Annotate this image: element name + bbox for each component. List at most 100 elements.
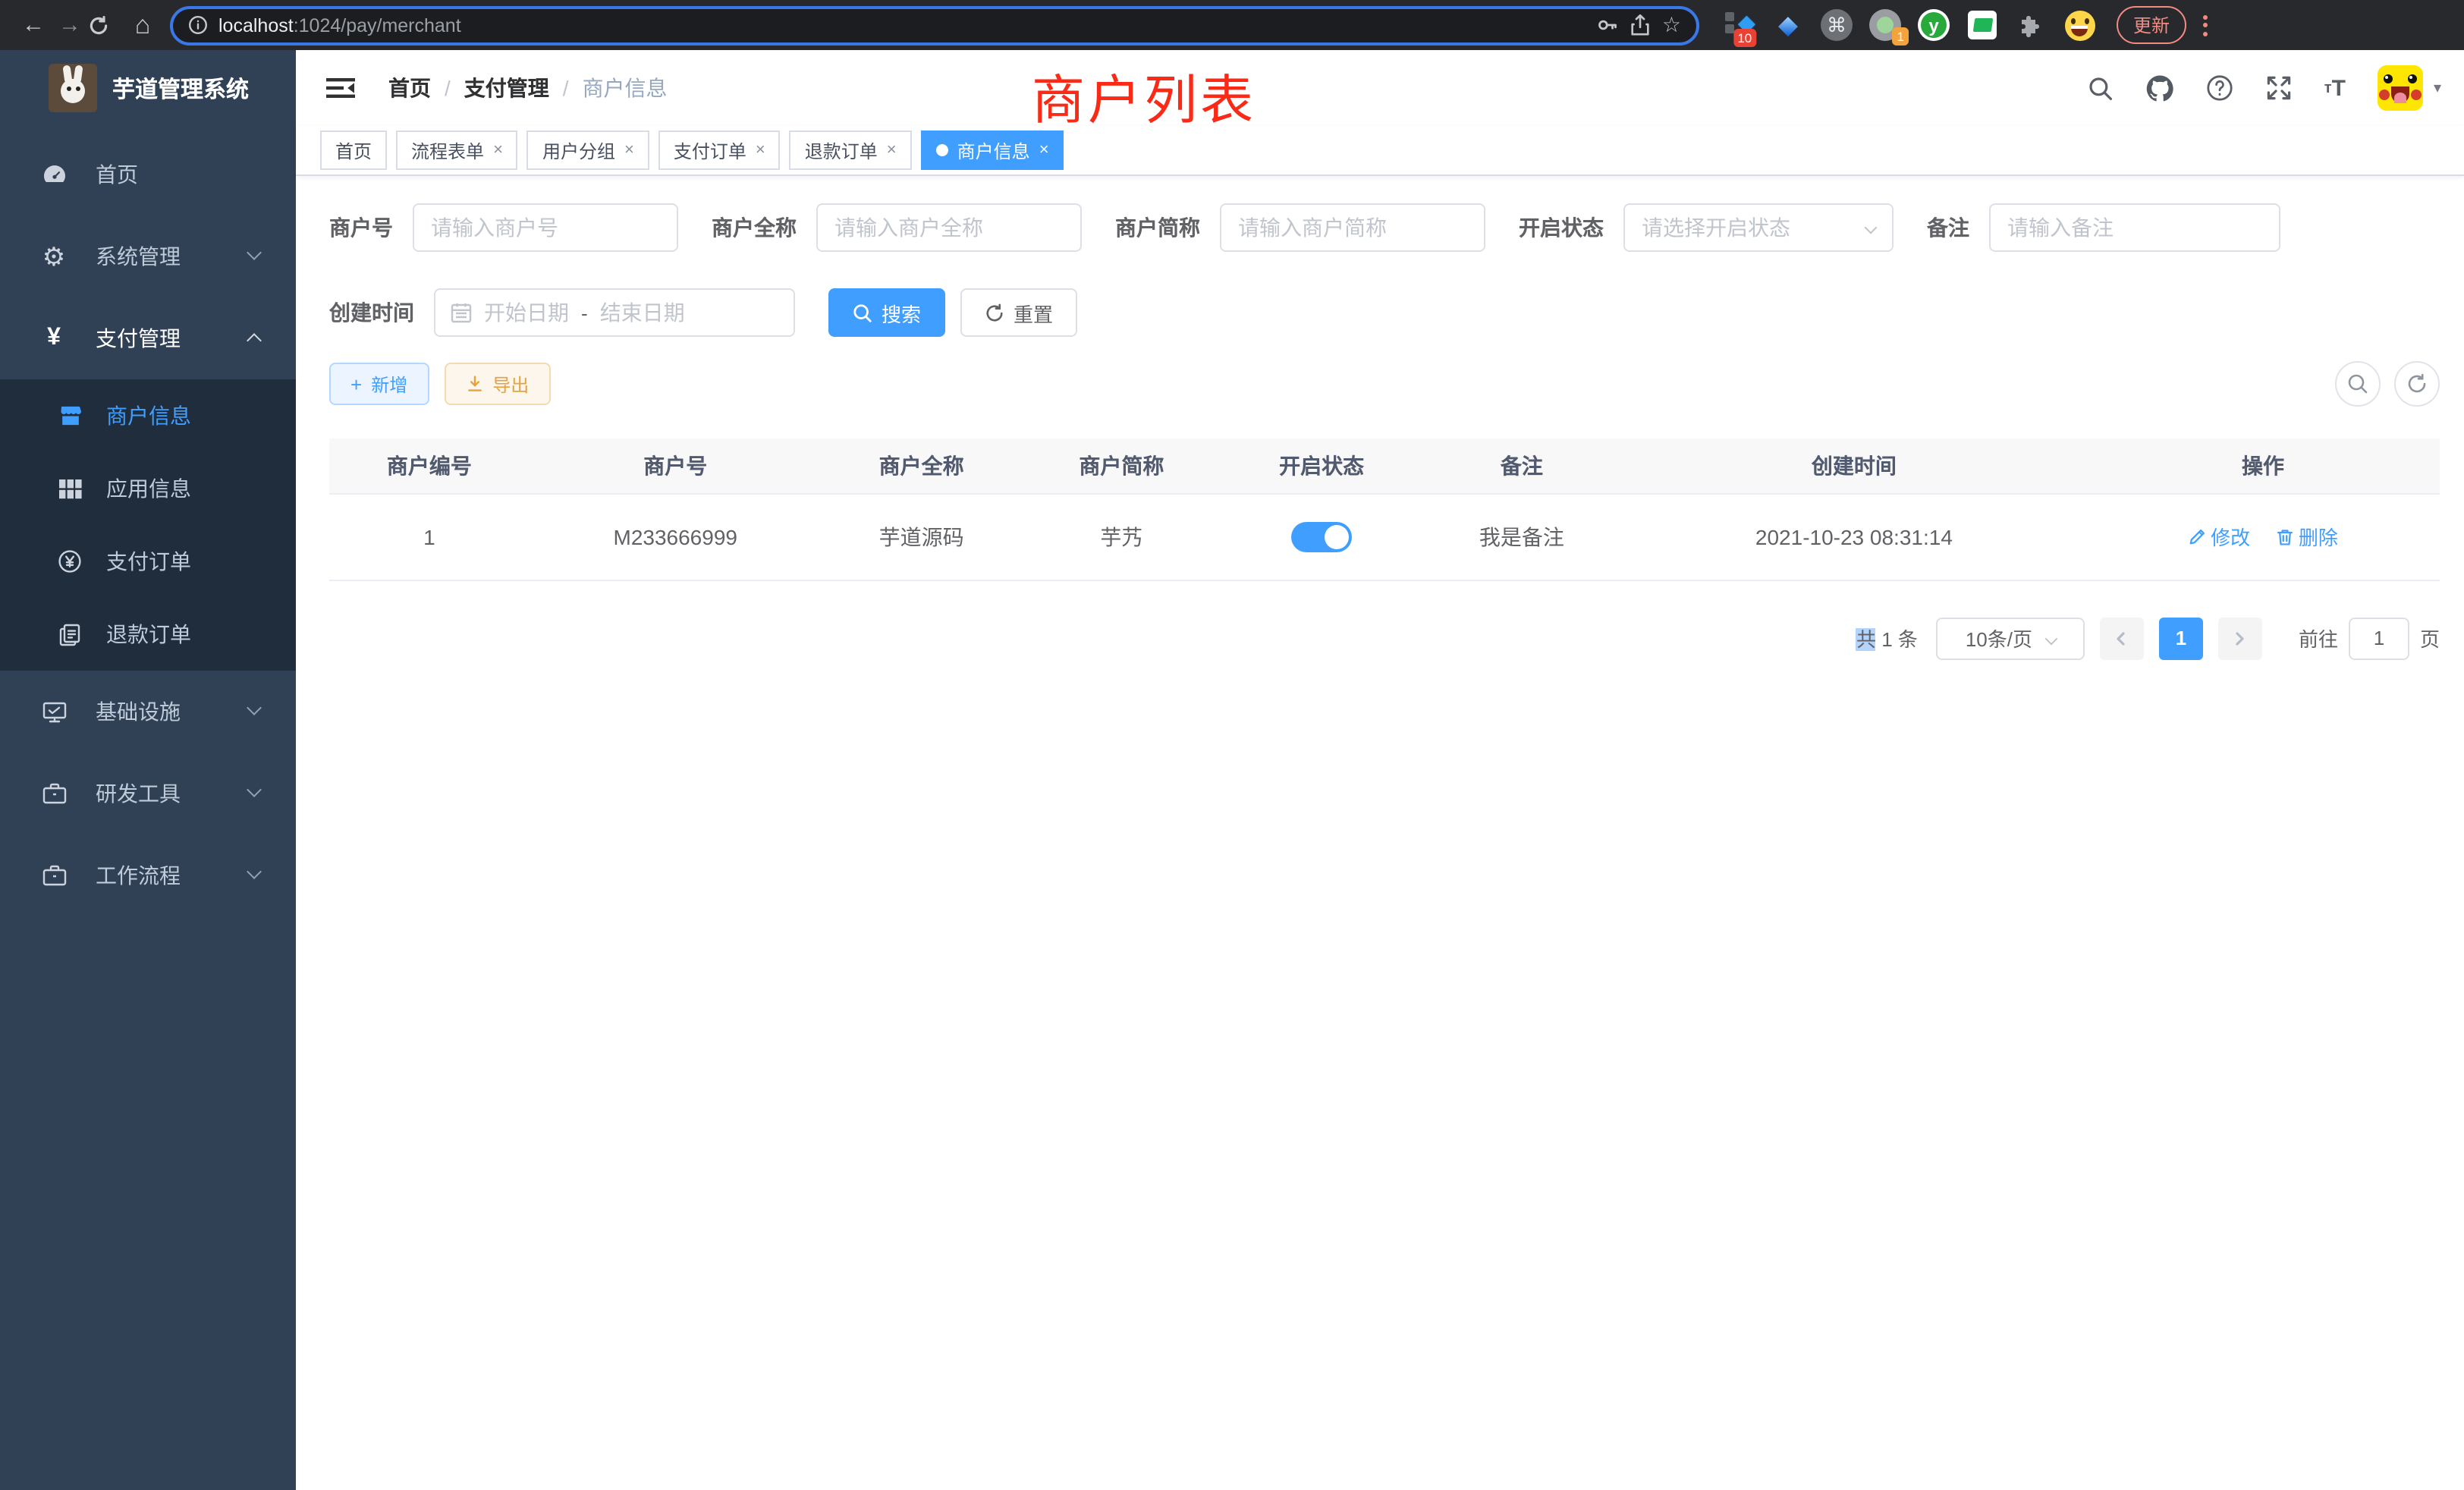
goto-page-input[interactable] bbox=[2349, 617, 2409, 659]
help-icon[interactable] bbox=[2206, 74, 2233, 102]
chevron-down-icon bbox=[2044, 632, 2057, 645]
extensions-puzzle-icon[interactable] bbox=[2015, 9, 2047, 41]
search-button[interactable]: 搜索 bbox=[828, 288, 945, 337]
tab-refund-order[interactable]: 退款订单× bbox=[790, 130, 912, 170]
next-page-button[interactable] bbox=[2218, 617, 2262, 659]
sidebar-item-label: 退款订单 bbox=[106, 619, 191, 649]
extension-badge: 10 bbox=[1733, 29, 1756, 47]
col-merchant-no: 商户号 bbox=[530, 439, 822, 493]
status-toggle[interactable] bbox=[1291, 521, 1352, 552]
col-actions: 操作 bbox=[2086, 439, 2440, 493]
tags-view-bar: 首页 流程表单× 用户分组× 支付订单× 退款订单× 商户信息× bbox=[296, 126, 2464, 176]
sidebar-item-home[interactable]: 首页 bbox=[0, 134, 296, 215]
cell-remark: 我是备注 bbox=[1422, 493, 1622, 580]
sidebar-item-pay[interactable]: ¥ 支付管理 bbox=[0, 297, 296, 379]
app-logo-rabbit bbox=[49, 64, 97, 112]
page-number-1[interactable]: 1 bbox=[2159, 617, 2203, 659]
calendar-icon bbox=[451, 302, 472, 323]
extension-kanban-icon[interactable]: ◆ 10 bbox=[1724, 9, 1755, 41]
close-icon[interactable]: × bbox=[887, 142, 897, 159]
sidebar-item-infra[interactable]: 基础设施 bbox=[0, 671, 296, 753]
extension-monkey-icon[interactable]: 1 bbox=[1869, 9, 1901, 41]
breadcrumb-pay[interactable]: 支付管理 bbox=[464, 73, 549, 103]
chevron-down-icon bbox=[247, 245, 262, 260]
search-icon[interactable] bbox=[2088, 75, 2114, 101]
sidebar-item-label: 首页 bbox=[96, 159, 138, 190]
col-merchant-id: 商户编号 bbox=[329, 439, 530, 493]
yen-icon: ¥ bbox=[41, 325, 67, 352]
password-key-icon[interactable] bbox=[1597, 14, 1620, 36]
fullscreen-icon[interactable] bbox=[2265, 74, 2293, 102]
export-button[interactable]: 导出 bbox=[444, 363, 550, 405]
app-logo-row[interactable]: 芋道管理系统 bbox=[0, 50, 296, 126]
tab-pay-order[interactable]: 支付订单× bbox=[658, 130, 781, 170]
tab-merchant-info[interactable]: 商户信息× bbox=[921, 130, 1064, 170]
full-name-input[interactable] bbox=[816, 203, 1082, 252]
tab-user-group[interactable]: 用户分组× bbox=[527, 130, 649, 170]
chrome-menu-icon[interactable] bbox=[2200, 11, 2211, 39]
extension-y-icon[interactable]: y bbox=[1918, 9, 1950, 41]
site-info-icon[interactable] bbox=[188, 15, 208, 35]
merchant-table: 商户编号 商户号 商户全称 商户简称 开启状态 备注 创建时间 操作 1 M23… bbox=[329, 439, 2440, 580]
close-icon[interactable]: × bbox=[493, 142, 503, 159]
show-search-toggle-button[interactable] bbox=[2335, 361, 2381, 407]
extension-gem-icon[interactable]: ◆ bbox=[1772, 9, 1804, 41]
share-icon[interactable] bbox=[1630, 14, 1652, 36]
breadcrumb-home[interactable]: 首页 bbox=[388, 73, 431, 103]
page-unit-label: 页 bbox=[2420, 624, 2440, 652]
tab-process-form[interactable]: 流程表单× bbox=[396, 130, 518, 170]
merchant-no-input[interactable] bbox=[413, 203, 678, 252]
active-dot bbox=[936, 144, 948, 156]
delete-button[interactable]: 删除 bbox=[2276, 522, 2338, 551]
cell-create-time: 2021-10-23 08:31:14 bbox=[1622, 493, 2086, 580]
add-button[interactable]: + 新增 bbox=[329, 363, 429, 405]
sidebar-item-refund-order[interactable]: 退款订单 bbox=[0, 598, 296, 671]
prev-page-button[interactable] bbox=[2100, 617, 2144, 659]
reset-button[interactable]: 重置 bbox=[960, 288, 1077, 337]
remark-input[interactable] bbox=[1989, 203, 2280, 252]
tab-home[interactable]: 首页 bbox=[320, 130, 387, 170]
sidebar-item-pay-order[interactable]: 支付订单 bbox=[0, 525, 296, 598]
font-size-icon[interactable]: тT bbox=[2324, 75, 2346, 101]
sidebar-item-devtools[interactable]: 研发工具 bbox=[0, 753, 296, 835]
page-size-select[interactable]: 10条/页 bbox=[1936, 617, 2085, 659]
bookmark-star-icon[interactable]: ☆ bbox=[1662, 12, 1681, 38]
sidebar-item-workflow[interactable]: 工作流程 bbox=[0, 835, 296, 916]
col-status: 开启状态 bbox=[1221, 439, 1422, 493]
extensions-cluster: ◆ 10 ◆ ⌘ 1 y bbox=[1724, 9, 2095, 41]
close-icon[interactable]: × bbox=[624, 142, 634, 159]
extension-command-icon[interactable]: ⌘ bbox=[1821, 9, 1853, 41]
user-menu[interactable]: ▾ bbox=[2378, 65, 2441, 111]
extension-emoji-icon[interactable] bbox=[2063, 9, 2095, 41]
chevron-down-icon bbox=[247, 864, 262, 879]
url-text: localhost:1024/pay/merchant bbox=[218, 14, 1586, 36]
breadcrumb: 首页 / 支付管理 / 商户信息 bbox=[388, 73, 668, 103]
status-select[interactable] bbox=[1623, 203, 1894, 252]
sidebar-item-system[interactable]: ⚙ 系统管理 bbox=[0, 215, 296, 297]
avatar bbox=[2378, 65, 2423, 111]
gear-icon: ⚙ bbox=[41, 244, 67, 269]
annotation-title: 商户列表 bbox=[1032, 58, 1256, 135]
address-bar[interactable]: localhost:1024/pay/merchant ☆ bbox=[170, 5, 1699, 45]
status-label: 开启状态 bbox=[1519, 212, 1604, 243]
refresh-table-button[interactable] bbox=[2394, 361, 2440, 407]
collapse-sidebar-icon[interactable] bbox=[326, 76, 355, 100]
browser-reload-icon[interactable] bbox=[88, 14, 124, 36]
col-remark: 备注 bbox=[1422, 439, 1622, 493]
browser-home-icon[interactable]: ⌂ bbox=[124, 10, 161, 40]
sidebar-item-merchant-info[interactable]: 商户信息 bbox=[0, 379, 296, 452]
sidebar-item-app-info[interactable]: 应用信息 bbox=[0, 452, 296, 525]
browser-forward-icon[interactable]: → bbox=[52, 12, 88, 38]
browser-back-icon[interactable]: ← bbox=[15, 12, 52, 38]
chrome-update-button[interactable]: 更新 bbox=[2117, 6, 2186, 44]
github-icon[interactable] bbox=[2145, 74, 2174, 102]
short-name-input[interactable] bbox=[1220, 203, 1485, 252]
grid-icon bbox=[58, 479, 82, 498]
create-time-range-picker[interactable]: 开始日期 - 结束日期 bbox=[434, 288, 795, 337]
extension-chat-icon[interactable] bbox=[1966, 9, 1998, 41]
close-icon[interactable]: × bbox=[1039, 142, 1049, 159]
breadcrumb-current: 商户信息 bbox=[583, 73, 668, 103]
close-icon[interactable]: × bbox=[756, 142, 765, 159]
sidebar-item-label: 基础设施 bbox=[96, 696, 181, 727]
edit-button[interactable]: 修改 bbox=[2188, 522, 2250, 551]
